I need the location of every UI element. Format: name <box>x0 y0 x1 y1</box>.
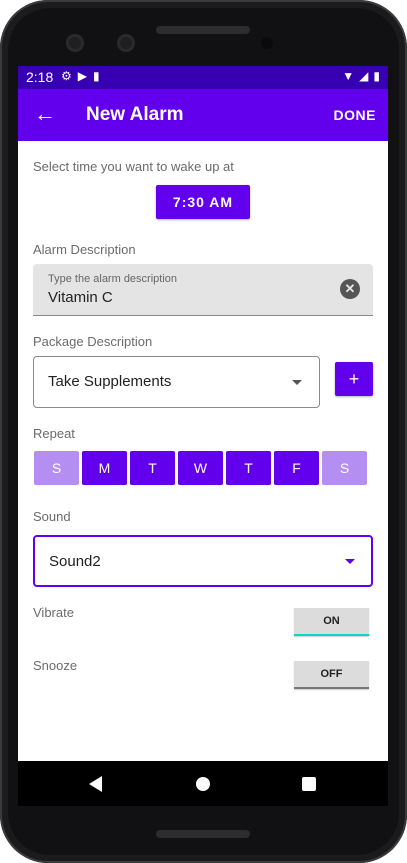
snooze-toggle[interactable]: OFF <box>294 661 369 689</box>
vibrate-label: Vibrate <box>33 605 74 620</box>
day-toggle-monday[interactable]: M <box>82 451 127 485</box>
day-toggle-sunday[interactable]: S <box>34 451 79 485</box>
dropdown-arrow-icon <box>292 380 302 385</box>
day-toggle-saturday[interactable]: S <box>322 451 367 485</box>
package-description-label: Package Description <box>33 334 153 349</box>
front-camera-icon <box>66 34 84 52</box>
alarm-description-value[interactable]: Vitamin C <box>48 289 113 306</box>
add-package-button[interactable]: + <box>335 362 373 396</box>
settings-gear-icon: ⚙ <box>61 69 72 83</box>
earpiece-speaker <box>156 26 250 34</box>
app-screen: 2:18 ⚙ ▶ ▮ ▼ ◢ ▮ ← New Alarm DONE Select… <box>18 66 388 806</box>
wifi-icon: ▼ <box>342 69 355 83</box>
battery-icon: ▮ <box>373 69 380 83</box>
time-picker-button[interactable]: 7:30 AM <box>156 185 250 219</box>
shield-play-icon: ▶ <box>77 69 87 83</box>
day-toggle-tuesday[interactable]: T <box>130 451 175 485</box>
day-toggle-friday[interactable]: F <box>274 451 319 485</box>
bottom-speaker <box>156 830 250 838</box>
app-bar: ← New Alarm DONE <box>18 89 388 141</box>
day-toggle-thursday[interactable]: T <box>226 451 271 485</box>
repeat-label: Repeat <box>33 426 75 441</box>
package-dropdown-value: Take Supplements <box>48 373 172 390</box>
nav-recents-icon[interactable] <box>302 777 316 791</box>
system-nav-bar <box>18 761 388 806</box>
vibrate-toggle[interactable]: ON <box>294 608 369 636</box>
repeat-day-selector: S M T W T F S <box>34 451 367 485</box>
back-arrow-icon[interactable]: ← <box>32 101 58 127</box>
sound-dropdown[interactable]: Sound2 <box>33 535 373 587</box>
proximity-sensor-icon <box>261 37 273 49</box>
day-toggle-wednesday[interactable]: W <box>178 451 223 485</box>
phone-frame: 2:18 ⚙ ▶ ▮ ▼ ◢ ▮ ← New Alarm DONE Select… <box>0 0 407 863</box>
page-title: New Alarm <box>86 104 184 125</box>
nav-back-icon[interactable] <box>89 776 102 792</box>
nav-home-icon[interactable] <box>196 777 210 791</box>
alarm-description-hint: Type the alarm description <box>48 273 178 285</box>
clear-text-icon[interactable]: ✕ <box>340 279 360 299</box>
package-dropdown[interactable]: Take Supplements <box>33 356 320 408</box>
done-button[interactable]: DONE <box>334 107 376 123</box>
sd-card-icon: ▮ <box>93 69 100 83</box>
alarm-description-label: Alarm Description <box>33 242 136 257</box>
front-sensor-icon <box>117 34 135 52</box>
status-time: 2:18 <box>26 69 54 85</box>
sound-dropdown-value: Sound2 <box>49 553 101 570</box>
dropdown-arrow-icon <box>345 559 355 564</box>
alarm-description-field[interactable]: Type the alarm description Vitamin C ✕ <box>33 264 373 316</box>
wake-time-label: Select time you want to wake up at <box>33 159 234 174</box>
status-bar: 2:18 ⚙ ▶ ▮ ▼ ◢ ▮ <box>18 66 388 89</box>
snooze-label: Snooze <box>33 658 78 673</box>
signal-icon: ◢ <box>359 69 369 83</box>
sound-label: Sound <box>33 509 71 524</box>
